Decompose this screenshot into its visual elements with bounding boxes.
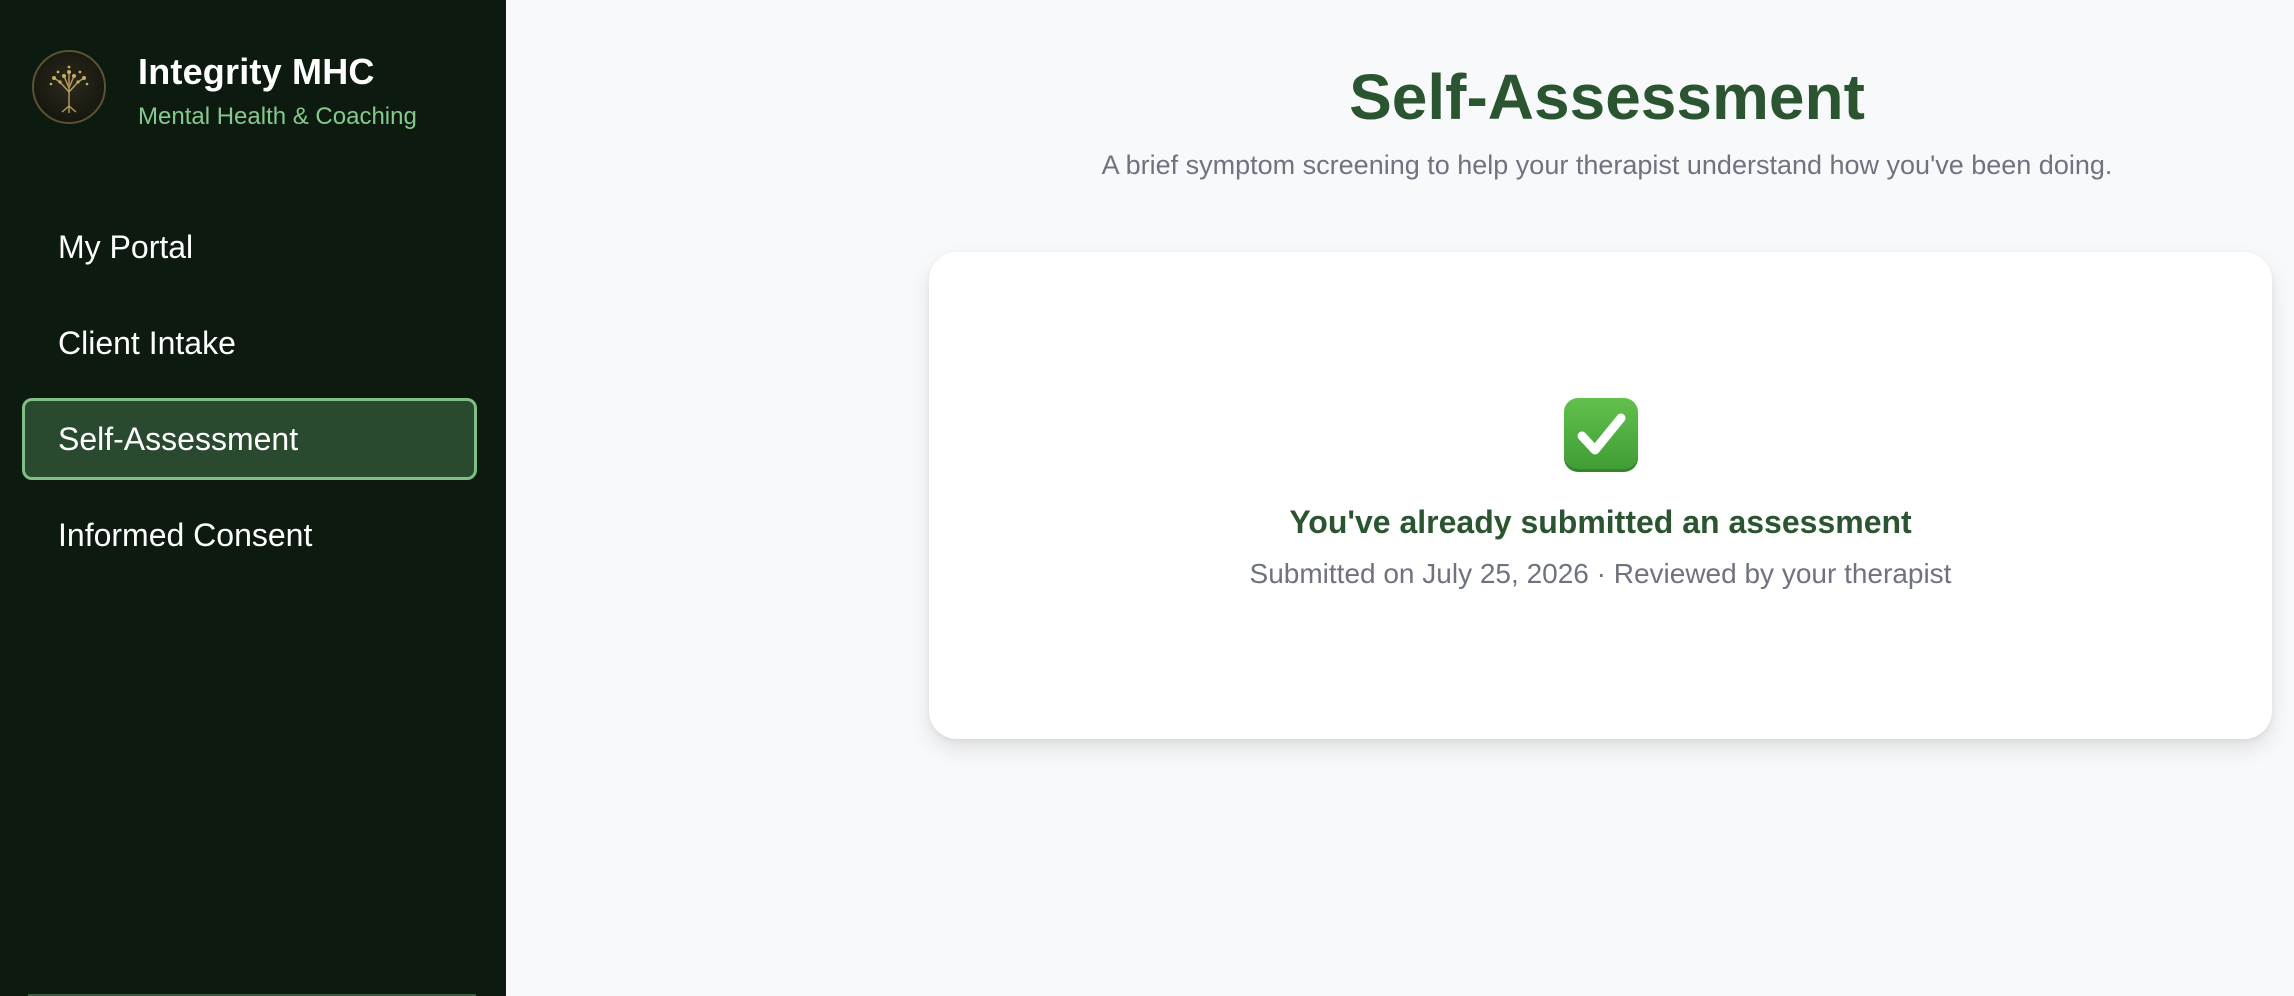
sidebar-item-label: Informed Consent <box>58 516 313 553</box>
sidebar-item-label: My Portal <box>58 228 194 265</box>
page-title: Self-Assessment <box>1349 61 1865 133</box>
sidebar-nav: My Portal Client Intake Self-Assessment … <box>22 206 477 590</box>
sidebar-item-informed-consent[interactable]: Informed Consent <box>22 494 477 576</box>
sidebar-item-self-assessment[interactable]: Self-Assessment <box>22 398 477 480</box>
brand: Integrity MHC Mental Health & Coaching <box>32 50 417 132</box>
brand-subtitle: Mental Health & Coaching <box>138 103 417 130</box>
page-subtitle: A brief symptom screening to help your t… <box>1101 150 2113 180</box>
sidebar: Integrity MHC Mental Health & Coaching M… <box>0 0 506 996</box>
tree-of-life-icon <box>32 50 106 124</box>
check-mark-button-icon <box>1563 398 1638 472</box>
status-meta: Submitted on July 25, 2026 · Reviewed by… <box>1249 558 1952 589</box>
sidebar-item-label: Self-Assessment <box>58 420 299 457</box>
sidebar-item-label: Client Intake <box>58 324 236 361</box>
page-header: Self-Assessment A brief symptom screenin… <box>929 58 2285 182</box>
sidebar-item-client-intake[interactable]: Client Intake <box>22 302 477 384</box>
sidebar-item-my-portal[interactable]: My Portal <box>22 206 477 288</box>
main-content: Self-Assessment A brief symptom screenin… <box>506 0 2294 996</box>
status-heading: You've already submitted an assessment <box>1289 504 1912 540</box>
assessment-status-card: You've already submitted an assessment S… <box>929 252 2272 739</box>
brand-title: Integrity MHC <box>138 51 375 92</box>
